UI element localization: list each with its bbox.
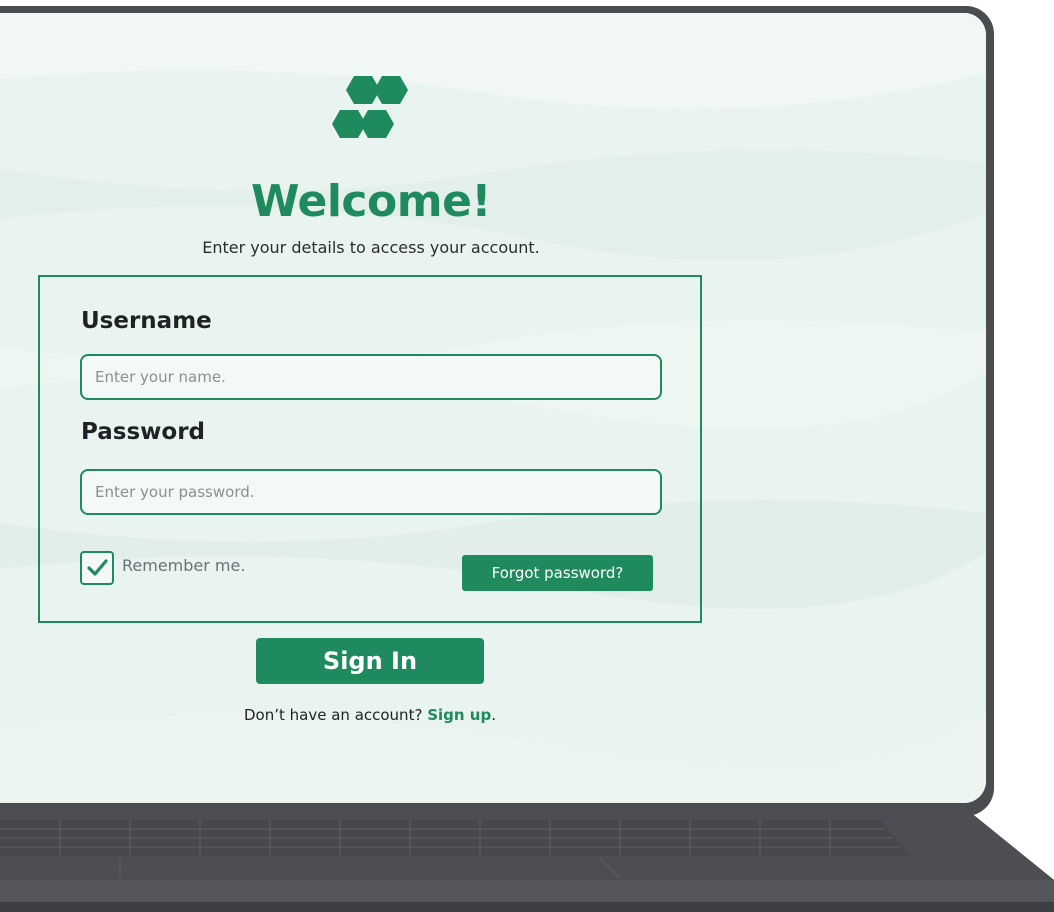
hexagon-cluster-logo-icon bbox=[332, 76, 408, 138]
signup-prompt-text: Don’t have an account? bbox=[244, 706, 423, 724]
password-label: Password bbox=[81, 419, 205, 445]
username-input[interactable] bbox=[80, 354, 662, 400]
forgot-password-button[interactable]: Forgot password? bbox=[462, 555, 653, 591]
password-input[interactable] bbox=[80, 469, 662, 515]
sign-up-link[interactable]: Sign up bbox=[427, 706, 491, 724]
checkmark-icon bbox=[87, 559, 108, 576]
remember-me-checkbox[interactable] bbox=[80, 551, 114, 585]
sign-in-button[interactable]: Sign In bbox=[256, 638, 484, 684]
signup-suffix: . bbox=[491, 706, 496, 724]
page-title: Welcome! bbox=[251, 176, 491, 227]
username-label: Username bbox=[81, 308, 212, 334]
remember-me-label: Remember me. bbox=[122, 556, 246, 575]
laptop-keyboard-base bbox=[0, 812, 1054, 912]
signup-prompt-line: Don’t have an account? Sign up. bbox=[0, 706, 740, 724]
page-subtitle: Enter your details to access your accoun… bbox=[202, 238, 540, 257]
